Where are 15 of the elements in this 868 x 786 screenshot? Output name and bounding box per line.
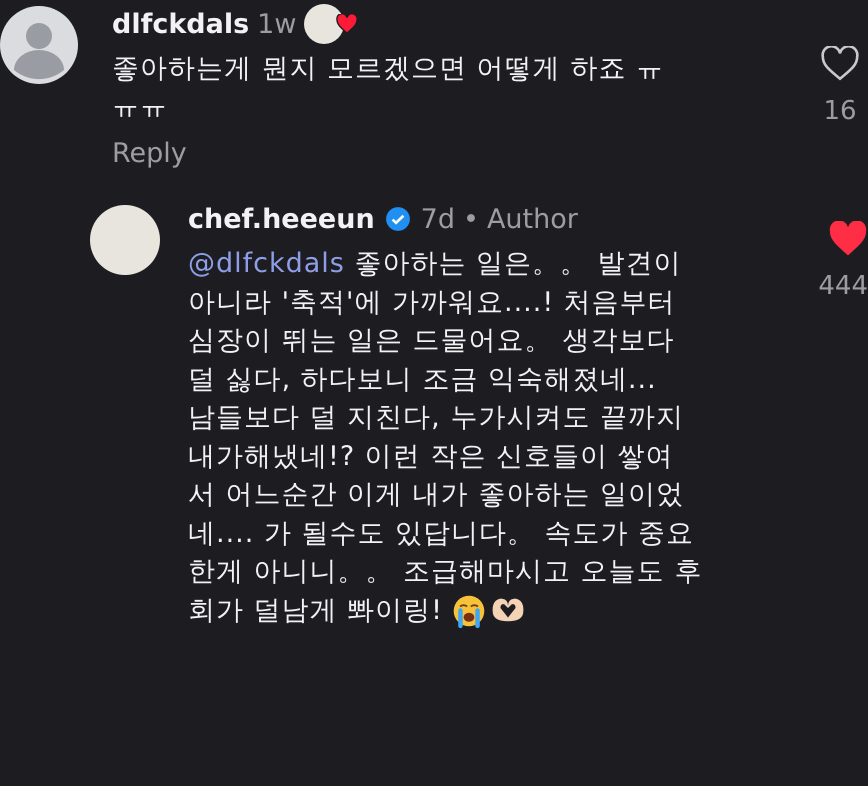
separator-dot: • xyxy=(463,204,479,234)
comment-text: @dlfckdals 좋아하는 일은。。 발견이 아니라 '축적'에 가까워요....! 처음부터 심장이 뛰는 일은 드물어요。 생각보다 덜 싫다, 하다보니 조금 익숙해졌네... 남들보다 덜 지친다, 누가시켜도 끝까지 내가해냈네!? 이런 작은 신호들이 쌓여 서 어느순간 이게 내가 좋아하는 일이었 네.... 가 될수도 있답니다。 속도가 중요 한게 아니니。。 조급해마시고 오늘도 후 회가 덜남게 뽜이링! xyxy=(188,245,812,630)
avatar-silhouette-icon[interactable] xyxy=(0,6,78,84)
like-count: 16 xyxy=(823,96,857,126)
username[interactable]: chef.heeeun xyxy=(188,204,375,234)
timestamp: 7d xyxy=(420,204,455,234)
username[interactable]: dlfckdals xyxy=(112,8,250,40)
like-count: 444 xyxy=(818,271,868,301)
reply-link[interactable]: Reply xyxy=(112,138,812,169)
mention-link[interactable]: @dlfckdals xyxy=(188,248,345,279)
heart-icon[interactable] xyxy=(828,221,868,257)
timestamp: 1w xyxy=(257,8,296,40)
author-label: Author xyxy=(486,204,578,234)
comment-text: 좋아하는게 뭔지 모르겠으면 어떻게 하죠 ㅠㅠㅠ xyxy=(112,52,665,124)
heart-icon[interactable] xyxy=(820,46,860,82)
